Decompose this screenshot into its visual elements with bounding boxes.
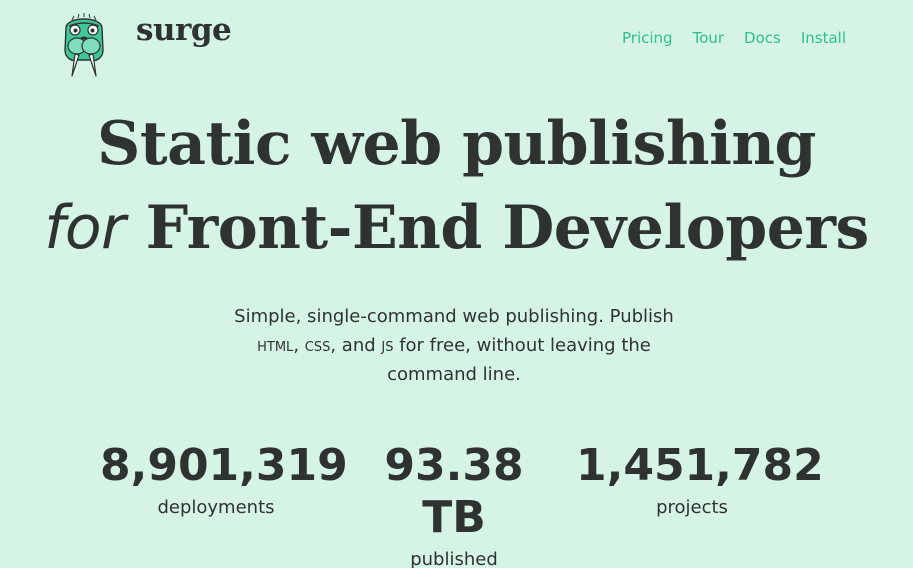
lede-text-2: for free, without leaving the command li… bbox=[387, 335, 651, 385]
nav-link-pricing[interactable]: Pricing bbox=[622, 29, 673, 47]
main-nav: Pricing Tour Docs Install bbox=[622, 29, 846, 47]
stat-deployments: 8,901,319 deployments bbox=[100, 440, 348, 524]
lede-text-1: Simple, single-command web publishing. P… bbox=[234, 306, 674, 327]
walrus-logo-icon[interactable] bbox=[60, 10, 108, 78]
lede-sep-1: , bbox=[293, 335, 305, 356]
hero-description: Simple, single-command web publishing. P… bbox=[230, 302, 678, 389]
lede-sep-2: , and bbox=[330, 335, 382, 356]
stat-published: 93.38 TB published bbox=[350, 440, 558, 568]
stats-section: 8,901,319 deployments 93.38 TB published… bbox=[0, 440, 913, 568]
lede-html: HTML bbox=[257, 335, 294, 356]
lede-css: CSS bbox=[304, 335, 331, 356]
headline-line-2: for Front-End Developers bbox=[0, 186, 913, 270]
headline-line-1: Static web publishing bbox=[97, 109, 816, 179]
stat-projects: 1,451,782 projects bbox=[576, 440, 824, 524]
nav-link-install[interactable]: Install bbox=[801, 29, 846, 47]
nav-link-tour[interactable]: Tour bbox=[693, 29, 724, 47]
hero-headline: Static web publishing for Front-End Deve… bbox=[0, 102, 913, 270]
headline-for-italic: for bbox=[44, 193, 126, 263]
stat-value: 93.38 TB bbox=[384, 440, 524, 543]
stat-value: 1,451,782 bbox=[576, 440, 824, 491]
stat-label: published bbox=[410, 549, 498, 568]
stat-value: 8,901,319 bbox=[100, 440, 348, 491]
brand-name[interactable]: surge bbox=[136, 12, 232, 48]
headline-audience: Front-End Developers bbox=[125, 193, 870, 263]
lede-js: JS bbox=[381, 335, 394, 356]
nav-link-docs[interactable]: Docs bbox=[744, 29, 781, 47]
stat-label: projects bbox=[656, 497, 728, 518]
stat-label: deployments bbox=[157, 497, 275, 518]
